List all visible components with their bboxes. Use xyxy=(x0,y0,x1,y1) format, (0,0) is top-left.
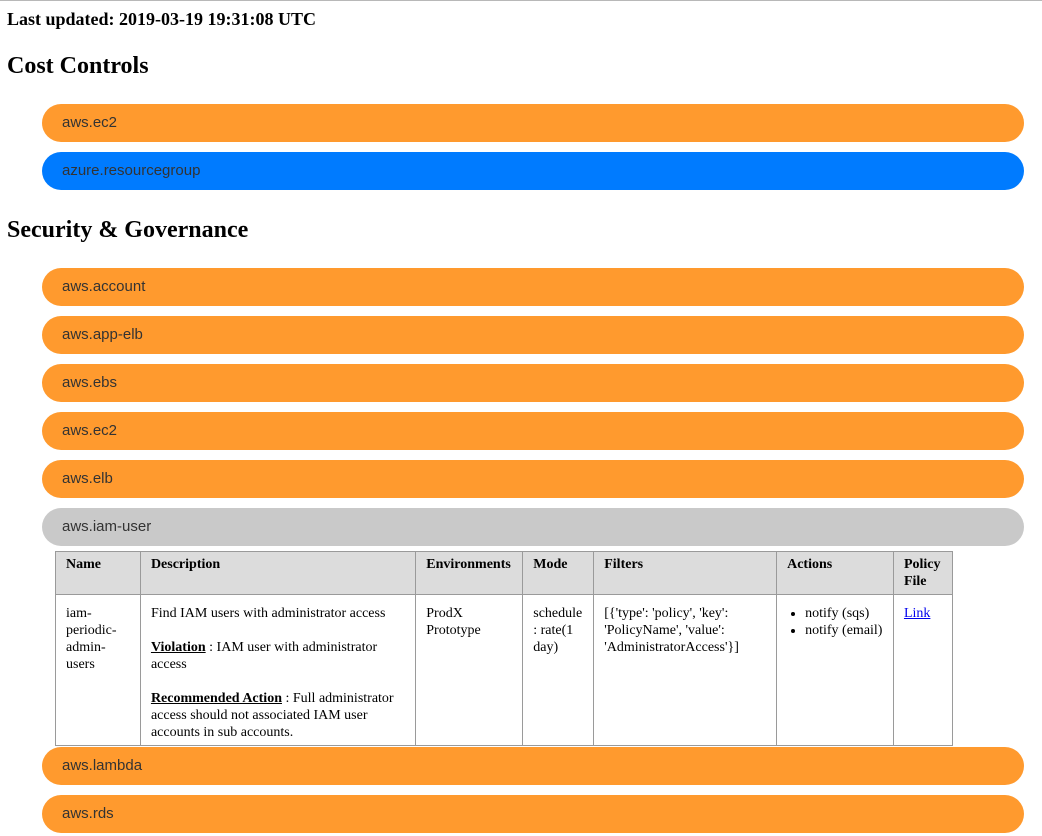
section-title-cost-controls: Cost Controls xyxy=(7,53,149,79)
table-row: iam-periodic-admin-users Find IAM users … xyxy=(55,594,954,746)
header-name: Name xyxy=(55,551,141,595)
pill-sec-aws-account[interactable]: aws.account xyxy=(42,268,1024,306)
last-updated: Last updated: 2019-03-19 19:31:08 UTC xyxy=(7,9,317,29)
top-border xyxy=(0,0,1042,1)
section-title-security-governance: Security & Governance xyxy=(7,217,249,243)
pill-sec-aws-elb[interactable]: aws.elb xyxy=(42,460,1024,498)
cell-name: iam-periodic-admin-users xyxy=(55,594,141,746)
policy-table: Name Description Environments Mode Filte… xyxy=(55,551,954,746)
cell-mode: schedule : rate(1 day) xyxy=(522,594,595,746)
header-actions: Actions xyxy=(776,551,894,595)
recommended-paragraph: Recommended Action : Full administrator … xyxy=(151,690,405,741)
action-item: notify (sqs) xyxy=(805,605,883,622)
cell-actions: notify (sqs) notify (email) xyxy=(776,594,894,746)
pill-sec-aws-rds[interactable]: aws.rds xyxy=(42,795,1024,833)
header-policy-file: Policy File xyxy=(892,551,954,595)
violation-label: Violation xyxy=(150,640,206,655)
cell-filters: [{'type': 'policy', 'key': 'PolicyName',… xyxy=(593,594,778,746)
description-text: Find IAM users with administrator access xyxy=(150,606,386,621)
pill-sec-aws-app-elb[interactable]: aws.app-elb xyxy=(42,316,1024,354)
recommended-label: Recommended Action xyxy=(150,691,282,706)
pill-sec-aws-iam-user[interactable]: aws.iam-user xyxy=(42,508,1024,546)
header-filters: Filters xyxy=(593,551,778,595)
violation-paragraph: Violation : IAM user with administrator … xyxy=(151,639,405,673)
cell-environments: ProdX Prototype xyxy=(415,594,524,746)
policy-file-link[interactable]: Link xyxy=(904,606,930,621)
pill-sec-aws-ec2[interactable]: aws.ec2 xyxy=(42,412,1024,450)
pill-sec-aws-lambda[interactable]: aws.lambda xyxy=(42,747,1024,785)
header-environments: Environments xyxy=(415,551,524,595)
header-description: Description xyxy=(139,551,417,595)
actions-list: notify (sqs) notify (email) xyxy=(787,605,883,639)
pill-cost-aws-ec2[interactable]: aws.ec2 xyxy=(42,104,1024,142)
table-header-row: Name Description Environments Mode Filte… xyxy=(55,551,954,595)
pill-cost-azure-resourcegroup[interactable]: azure.resourcegroup xyxy=(42,152,1024,190)
pill-sec-aws-ebs[interactable]: aws.ebs xyxy=(42,364,1024,402)
action-item: notify (email) xyxy=(805,622,883,639)
header-mode: Mode xyxy=(522,551,595,595)
cell-description: Find IAM users with administrator access… xyxy=(139,594,417,746)
cell-policy-file: Link xyxy=(892,594,954,746)
